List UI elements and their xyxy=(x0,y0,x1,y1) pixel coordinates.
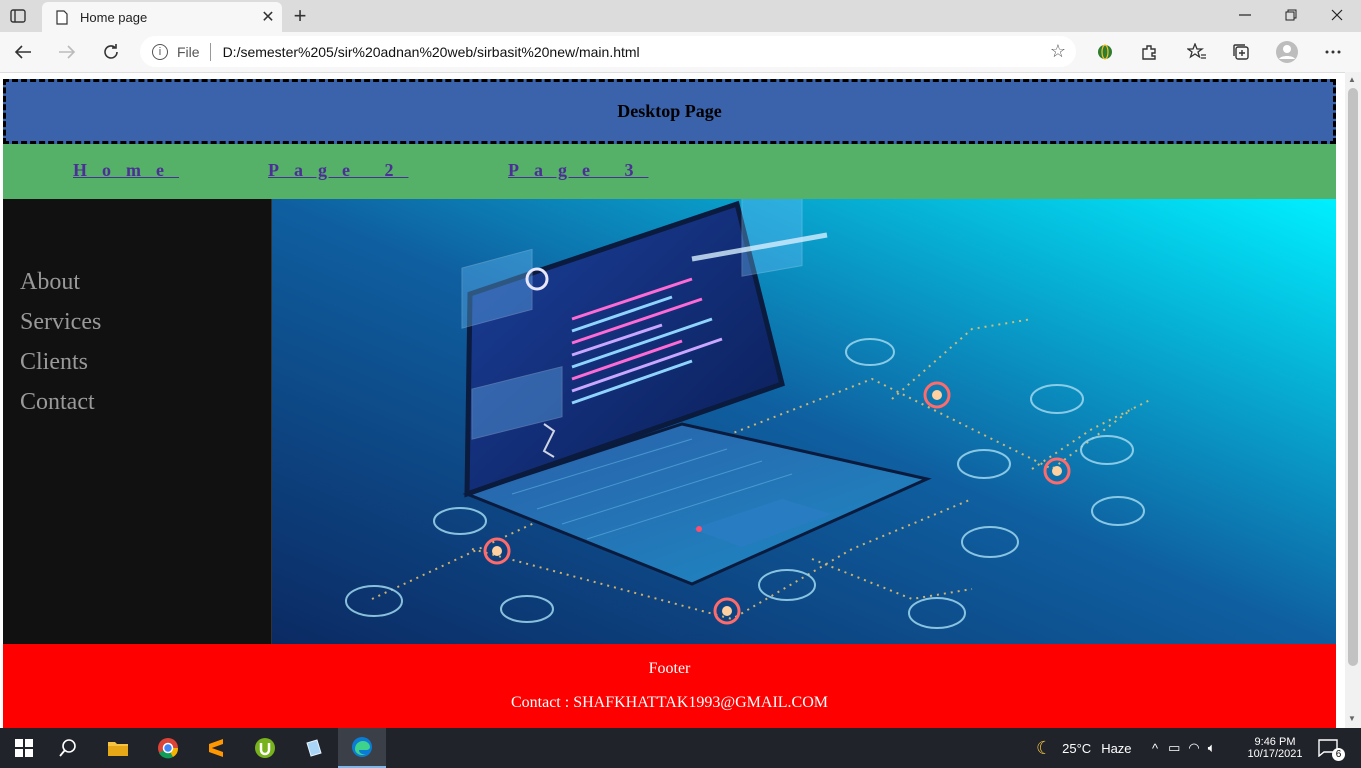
search-icon[interactable] xyxy=(44,728,92,768)
tab-title: Home page xyxy=(80,9,148,25)
weather-description: Haze xyxy=(1101,740,1132,756)
notification-center[interactable]: 6 xyxy=(1318,728,1345,768)
start-icon[interactable] xyxy=(0,728,48,768)
battery-icon[interactable]: ▭ xyxy=(1168,740,1180,756)
address-url[interactable]: D:/semester%205/sir%20adnan%20web/sirbas… xyxy=(223,44,1050,60)
add-favorite-icon[interactable]: ☆ xyxy=(1050,41,1066,62)
notification-count: 6 xyxy=(1332,747,1345,761)
windows-taskbar: ☾ 25°C Haze ^ ▭ ◠ 🔈︎ 9:46 PM 10/17/2021 … xyxy=(0,728,1361,768)
minimize-icon[interactable] xyxy=(1222,0,1268,30)
page-header: Desktop Page xyxy=(3,79,1336,144)
footer-title: Footer xyxy=(648,660,691,677)
back-icon[interactable] xyxy=(8,37,38,67)
info-icon[interactable]: i xyxy=(152,43,168,60)
address-separator xyxy=(209,42,211,61)
page-scrollbar[interactable]: ▲ ▼ xyxy=(1345,72,1361,728)
scroll-up-icon[interactable]: ▲ xyxy=(1348,75,1356,84)
restore-icon[interactable] xyxy=(1268,0,1314,30)
clock-time: 9:46 PM xyxy=(1254,736,1296,748)
nav-link-home[interactable]: Home xyxy=(73,160,179,181)
nav-link-page-3[interactable]: Page 3 xyxy=(508,160,648,181)
sidebar-item-contact[interactable]: Contact xyxy=(20,389,95,416)
profile-avatar[interactable] xyxy=(1272,37,1302,67)
collections-icon[interactable] xyxy=(1226,37,1256,67)
volume-icon[interactable]: 🔈︎ xyxy=(1208,740,1216,756)
sidebar-item-clients[interactable]: Clients xyxy=(20,349,88,376)
close-tab-icon[interactable]: ✕ xyxy=(254,3,282,31)
footer-contact: Contact : SHAFKHATTAK1993@GMAIL.COM xyxy=(510,694,828,711)
wifi-icon[interactable]: ◠ xyxy=(1188,740,1199,756)
page-title: Desktop Page xyxy=(617,101,722,121)
browser-tab[interactable]: Home page ✕ xyxy=(42,2,282,32)
web-page: Desktop Page Home Page 2 Page 3 About Se… xyxy=(3,79,1336,728)
hero-laptop-image xyxy=(272,199,1336,644)
clock-date: 10/17/2021 xyxy=(1247,748,1303,760)
browser-tab-strip: Home page ✕ + xyxy=(0,0,1361,32)
extension-globe-icon[interactable] xyxy=(1090,37,1120,67)
new-tab-button[interactable]: + xyxy=(288,3,312,28)
moon-cloud-icon: ☾ xyxy=(1036,737,1053,758)
utorrent-icon[interactable] xyxy=(241,728,289,768)
scrollbar-thumb[interactable] xyxy=(1348,88,1358,666)
notepad-icon[interactable] xyxy=(290,728,338,768)
address-bar[interactable]: i File D:/semester%205/sir%20adnan%20web… xyxy=(140,36,1076,67)
more-menu-icon[interactable] xyxy=(1318,37,1348,67)
scroll-down-icon[interactable]: ▼ xyxy=(1348,714,1356,723)
browser-toolbar: i File D:/semester%205/sir%20adnan%20web… xyxy=(0,32,1361,73)
edge-taskbar-icon[interactable] xyxy=(338,728,386,768)
sidebar: About Services Clients Contact xyxy=(3,199,272,644)
page-icon xyxy=(54,9,70,25)
tab-actions-icon[interactable] xyxy=(6,6,30,26)
weather-widget[interactable]: ☾ 25°C Haze xyxy=(1036,728,1132,768)
page-footer: Footer Contact : SHAFKHATTAK1993@GMAIL.C… xyxy=(3,644,1336,728)
address-scheme-label: File xyxy=(177,43,200,60)
refresh-icon[interactable] xyxy=(96,37,126,67)
chevron-up-icon[interactable]: ^ xyxy=(1152,741,1158,756)
favorites-icon[interactable] xyxy=(1182,37,1212,67)
sidebar-item-about[interactable]: About xyxy=(20,269,80,296)
sidebar-item-services[interactable]: Services xyxy=(20,309,101,336)
clock[interactable]: 9:46 PM 10/17/2021 xyxy=(1244,728,1306,768)
extensions-icon[interactable] xyxy=(1134,37,1164,67)
system-tray: ^ ▭ ◠ 🔈︎ xyxy=(1152,728,1216,768)
close-window-icon[interactable] xyxy=(1314,0,1360,30)
sublime-text-icon[interactable] xyxy=(192,728,240,768)
top-navigation: Home Page 2 Page 3 xyxy=(3,144,1336,199)
file-explorer-icon[interactable] xyxy=(94,728,142,768)
forward-icon[interactable] xyxy=(52,37,82,67)
weather-temperature: 25°C xyxy=(1062,740,1092,756)
chrome-icon[interactable] xyxy=(144,728,192,768)
nav-link-page-2[interactable]: Page 2 xyxy=(268,160,408,181)
